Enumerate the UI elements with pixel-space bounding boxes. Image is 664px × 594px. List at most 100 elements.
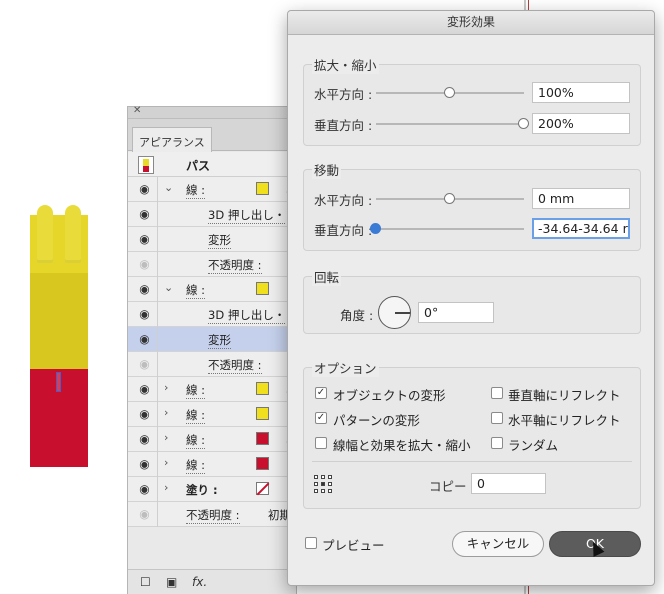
appearance-row[interactable]: ◉›線 :3 bbox=[128, 377, 296, 402]
reflect-vertical-checkbox[interactable] bbox=[491, 387, 503, 399]
angle-input[interactable]: 0° bbox=[418, 302, 494, 323]
appearance-row[interactable]: ◉ 3D 押し出し・ bbox=[128, 202, 296, 227]
options-group: オプション ✓ オブジェクトの変形 ✓ パターンの変形 線幅と効果を拡大・縮小 … bbox=[303, 358, 641, 509]
appearance-row[interactable]: ◉›線 :1 bbox=[128, 402, 296, 427]
move-vertical-knob[interactable] bbox=[370, 223, 381, 234]
rotate-group: 回転 角度 : 0° bbox=[303, 267, 641, 334]
chevron-right-icon[interactable]: › bbox=[164, 456, 168, 469]
visibility-eye-icon[interactable]: ◉ bbox=[132, 202, 158, 227]
appearance-row[interactable]: ◉ 不透明度 : 初期 bbox=[128, 502, 296, 527]
no-fill-swatch[interactable] bbox=[256, 482, 269, 495]
appearance-row[interactable]: ◉ 変形 bbox=[128, 327, 296, 352]
visibility-eye-icon[interactable]: ◉ bbox=[132, 302, 158, 327]
visibility-eye-icon[interactable]: ◉ bbox=[132, 377, 158, 402]
copies-input[interactable]: 0 bbox=[471, 473, 546, 494]
visibility-eye-icon[interactable]: ◉ bbox=[132, 327, 158, 352]
visibility-eye-icon[interactable]: ◉ bbox=[132, 352, 158, 377]
path-thumbnail bbox=[138, 156, 154, 174]
selected-path-handle[interactable] bbox=[56, 372, 61, 392]
preview-checkbox[interactable] bbox=[305, 537, 317, 549]
visibility-eye-icon[interactable]: ◉ bbox=[132, 402, 158, 427]
random-checkbox[interactable] bbox=[491, 437, 503, 449]
tab-appearance[interactable]: アピアランス bbox=[132, 127, 212, 152]
reflect-horizontal-checkbox[interactable] bbox=[491, 412, 503, 424]
chevron-right-icon[interactable]: › bbox=[164, 406, 168, 419]
visibility-eye-icon[interactable]: ◉ bbox=[132, 427, 158, 452]
reflect-vertical-label: 垂直軸にリフレクト bbox=[508, 388, 621, 403]
color-swatch[interactable] bbox=[256, 432, 269, 445]
scale-strokes-label: 線幅と効果を拡大・縮小 bbox=[333, 438, 471, 453]
color-swatch[interactable] bbox=[256, 382, 269, 395]
appearance-row[interactable]: ◉ › 塗り : bbox=[128, 477, 296, 502]
color-swatch[interactable] bbox=[256, 457, 269, 470]
visibility-eye-icon[interactable]: ◉ bbox=[132, 452, 158, 477]
copies-label: コピー bbox=[429, 479, 467, 494]
dialog-title[interactable]: 変形効果 bbox=[288, 11, 654, 35]
visibility-eye-icon[interactable]: ◉ bbox=[132, 502, 158, 527]
visibility-eye-icon[interactable]: ◉ bbox=[132, 477, 158, 502]
move-vertical-slider[interactable] bbox=[376, 228, 524, 230]
chevron-down-icon[interactable]: ⌄ bbox=[164, 281, 173, 294]
appearance-title: パス bbox=[186, 159, 211, 173]
color-swatch[interactable] bbox=[256, 282, 269, 295]
appearance-row-label: 線 : bbox=[186, 383, 206, 399]
move-vertical-input[interactable]: -34.64-34.64 r bbox=[532, 218, 630, 239]
move-vertical-label: 垂直方向 : bbox=[314, 223, 373, 238]
visibility-eye-icon[interactable]: ◉ bbox=[132, 227, 158, 252]
chevron-right-icon[interactable]: › bbox=[164, 381, 168, 394]
visibility-eye-icon[interactable]: ◉ bbox=[132, 177, 158, 202]
transform-patterns-checkbox[interactable]: ✓ bbox=[315, 412, 327, 424]
appearance-row[interactable]: ◉⌄線 :1 bbox=[128, 277, 296, 302]
appearance-panel: ✕ アピアランス パス ◉⌄線 :3◉3D 押し出し・◉変形◉不透明度 :◉⌄線… bbox=[127, 105, 297, 594]
appearance-row-label: 3D 押し出し・ bbox=[208, 208, 286, 224]
scale-strokes-checkbox[interactable] bbox=[315, 437, 327, 449]
cancel-button[interactable]: キャンセル bbox=[452, 531, 544, 557]
transform-objects-checkbox[interactable]: ✓ bbox=[315, 387, 327, 399]
options-separator bbox=[312, 461, 632, 462]
filled-square-icon[interactable]: ▣ bbox=[166, 575, 177, 589]
appearance-row[interactable]: ◉›線 :1 bbox=[128, 452, 296, 477]
rotate-group-title: 回転 bbox=[312, 267, 342, 286]
appearance-row[interactable]: ◉›線 :3 bbox=[128, 427, 296, 452]
appearance-row-label: 3D 押し出し・ bbox=[208, 308, 286, 324]
visibility-eye-icon[interactable]: ◉ bbox=[132, 252, 158, 277]
chevron-down-icon[interactable]: ⌄ bbox=[164, 181, 173, 194]
angle-dial-icon[interactable] bbox=[378, 296, 411, 329]
stud-shape bbox=[37, 227, 53, 263]
square-icon[interactable]: ☐ bbox=[140, 575, 151, 589]
scale-horizontal-knob[interactable] bbox=[444, 87, 455, 98]
scale-group-title: 拡大・縮小 bbox=[312, 55, 379, 74]
options-group-title: オプション bbox=[312, 358, 379, 377]
scale-vertical-slider[interactable] bbox=[376, 123, 524, 125]
appearance-list: パス ◉⌄線 :3◉3D 押し出し・◉変形◉不透明度 :◉⌄線 :1◉3D 押し… bbox=[128, 152, 296, 527]
appearance-row[interactable]: ◉ 変形 bbox=[128, 227, 296, 252]
preview-label: プレビュー bbox=[322, 538, 385, 553]
reference-point-icon[interactable] bbox=[314, 475, 333, 494]
appearance-row-label: 不透明度 : bbox=[208, 358, 262, 374]
scale-vertical-input[interactable]: 200% bbox=[532, 113, 630, 134]
fx-icon[interactable]: fx. bbox=[192, 575, 207, 589]
visibility-eye-icon[interactable]: ◉ bbox=[132, 277, 158, 302]
appearance-row[interactable]: ◉ 不透明度 : bbox=[128, 252, 296, 277]
appearance-row[interactable]: ◉ 3D 押し出し・ bbox=[128, 302, 296, 327]
color-swatch[interactable] bbox=[256, 407, 269, 420]
appearance-row[interactable]: ◉⌄線 :3 bbox=[128, 177, 296, 202]
close-icon[interactable]: ✕ bbox=[133, 105, 141, 116]
appearance-row-label: 変形 bbox=[208, 333, 231, 349]
panel-titlebar[interactable]: ✕ bbox=[128, 105, 296, 119]
chevron-right-icon[interactable]: › bbox=[164, 481, 168, 494]
scale-horizontal-input[interactable]: 100% bbox=[532, 82, 630, 103]
move-horizontal-knob[interactable] bbox=[444, 193, 455, 204]
chevron-right-icon[interactable]: › bbox=[164, 431, 168, 444]
transform-objects-label: オブジェクトの変形 bbox=[333, 388, 446, 403]
panel-tabrow: アピアランス bbox=[128, 119, 296, 152]
appearance-row-label: 線 : bbox=[186, 433, 206, 449]
appearance-row[interactable]: ◉ 不透明度 : bbox=[128, 352, 296, 377]
appearance-row-label: 不透明度 : bbox=[208, 258, 262, 274]
move-horizontal-input[interactable]: 0 mm bbox=[532, 188, 630, 209]
appearance-row-label: 変形 bbox=[208, 233, 231, 249]
artwork-block[interactable] bbox=[30, 205, 88, 467]
scale-vertical-knob[interactable] bbox=[518, 118, 529, 129]
appearance-row-label: 線 : bbox=[186, 283, 206, 299]
color-swatch[interactable] bbox=[256, 182, 269, 195]
